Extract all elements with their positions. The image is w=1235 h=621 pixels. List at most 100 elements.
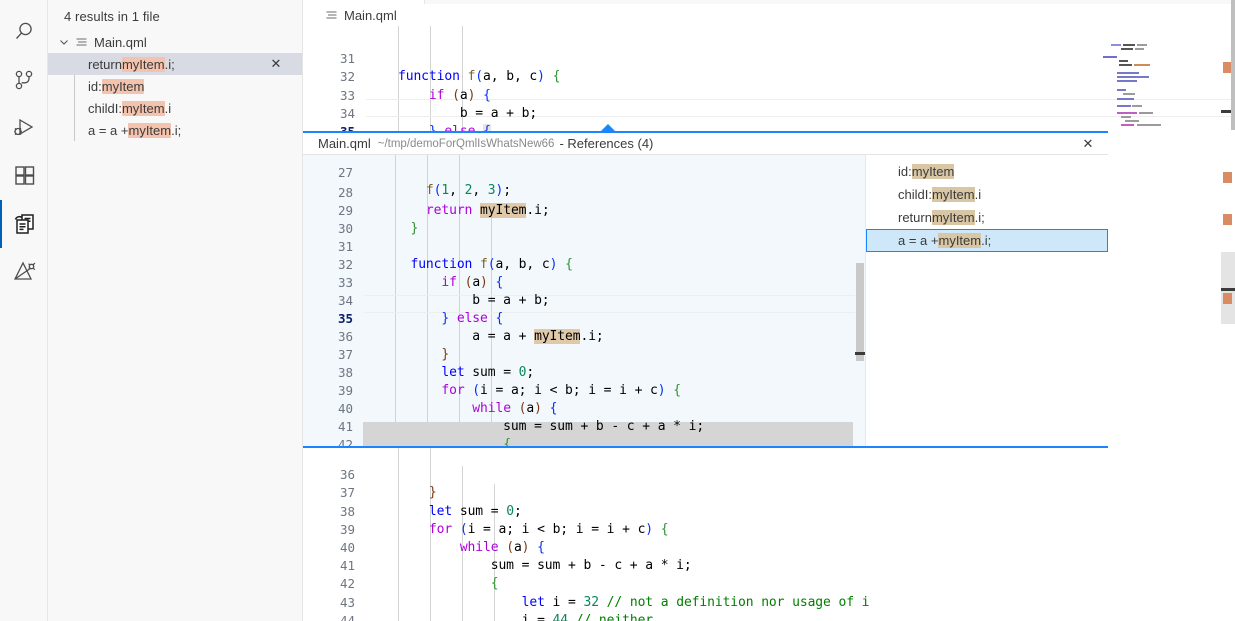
peek-editor[interactable]: 27 f(1, 2, 3); 28 return myItem.i; 29 } … <box>303 155 865 446</box>
vscode-window: 4 results in 1 file Main.qml return myIt… <box>0 0 1235 621</box>
code-line: 30 <box>303 202 865 220</box>
code-line: 35 a = a + myItem.i; <box>303 292 865 310</box>
activity-item-references[interactable] <box>0 200 48 248</box>
ref-match: myItem <box>938 233 981 248</box>
line-number: 35 <box>303 123 355 131</box>
code-line: 38 for (i = a; i < b; i = i + c) { <box>303 346 865 364</box>
ruler-match-marker <box>1223 293 1232 304</box>
ref-match: myItem <box>932 210 975 225</box>
chevron-down-icon[interactable] <box>56 31 72 53</box>
list-item[interactable]: id: myItem <box>48 75 302 97</box>
activity-item-source-control[interactable] <box>0 56 48 104</box>
code-line: 34 } else { <box>303 274 865 292</box>
activity-item-explorer[interactable] <box>0 0 48 8</box>
code-line: 40 sum = sum + b - c + a * i; <box>303 521 1235 539</box>
code-line: 38 for (i = a; i < b; i = i + c) { <box>303 484 1235 502</box>
match-prefix: id: <box>88 79 102 94</box>
code-line: 27 f(1, 2, 3); <box>303 155 865 164</box>
match-prefix: a = a + <box>88 123 128 138</box>
code-line: 33 b = a + b; <box>303 256 865 274</box>
peek-editor-scrollbar[interactable] <box>855 155 865 446</box>
list-item[interactable]: a = a + myItem.i; <box>48 119 302 141</box>
activity-item-run-and-debug[interactable] <box>0 104 48 152</box>
editor-top-region[interactable]: 31 function f(a, b, c) { 32 if (a) { 33 … <box>303 26 1235 131</box>
code-line: 28 return myItem.i; <box>303 166 865 184</box>
match-suffix: .i; <box>171 123 181 138</box>
code-line: 42 let i = 32 // not a definition nor us… <box>303 557 1235 575</box>
code-line: 32 if (a) { <box>303 50 1235 68</box>
ruler-match-marker <box>1223 172 1232 183</box>
ref-prefix: id: <box>898 164 912 179</box>
sidebar-match-list: return myItem.i; ✕ id: myItem childI: my… <box>48 53 302 141</box>
qt-icon <box>11 259 37 285</box>
code-text: } else { <box>398 123 491 131</box>
minimap[interactable] <box>1101 26 1213 131</box>
peek-body: 27 f(1, 2, 3); 28 return myItem.i; 29 } … <box>303 155 1108 446</box>
search-results-sidebar: 4 results in 1 file Main.qml return myIt… <box>48 0 303 621</box>
code-line: 31 function f(a, b, c) { <box>303 32 1235 50</box>
close-icon[interactable]: ✕ <box>1078 133 1098 155</box>
ref-match: myItem <box>912 164 955 179</box>
code-line: 29 } <box>303 184 865 202</box>
peek-reference-count: - References (4) <box>559 136 653 151</box>
activity-bar <box>0 0 48 621</box>
sidebar-file-row[interactable]: Main.qml <box>48 31 302 53</box>
scrollbar-thumb[interactable] <box>856 263 864 361</box>
peek-file-name: Main.qml <box>318 136 371 151</box>
match-suffix: .i <box>165 101 172 116</box>
list-item[interactable]: id: myItem <box>866 160 1108 183</box>
code-line: 34 } else { <box>303 87 1235 105</box>
files-icon <box>12 0 36 6</box>
activity-item-qt-qml[interactable] <box>0 248 48 296</box>
code-line: 35 a = a + myItem.i; <box>303 105 1235 123</box>
list-item[interactable]: return myItem.i; <box>866 206 1108 229</box>
activity-item-extensions[interactable] <box>0 152 48 200</box>
code-line: 42 let i = 32 // not a definition nor us… <box>303 418 865 436</box>
ref-prefix: a = a + <box>898 233 938 248</box>
qml-file-icon <box>72 36 90 49</box>
extensions-icon <box>11 163 37 189</box>
peek-arrow-icon <box>599 124 617 133</box>
ref-suffix: .i <box>975 187 982 202</box>
match-suffix: .i; <box>165 57 175 72</box>
activity-item-search[interactable] <box>0 8 48 56</box>
match-prefix: return <box>88 57 122 72</box>
references-icon <box>11 211 37 237</box>
dismiss-match-button[interactable]: ✕ <box>268 53 284 75</box>
overview-ruler[interactable] <box>1221 0 1235 621</box>
ref-match: myItem <box>932 187 975 202</box>
breadcrumb-label: Main.qml <box>344 8 397 23</box>
editor-bottom-region[interactable]: 36 } 37 let sum = 0; 38 for (i = a; i < … <box>303 448 1235 621</box>
code-line: 43 i = 44 // neither <box>303 436 865 446</box>
ref-suffix: .i; <box>975 210 985 225</box>
run-debug-icon <box>11 115 37 141</box>
list-item[interactable]: return myItem.i; ✕ <box>48 53 302 75</box>
editor-area: Main.qml 31 function f(a, b, c) { 32 if … <box>303 0 1235 621</box>
code-line: 41 { <box>303 400 865 418</box>
peek-file-path: ~/tmp/demoForQmlIsWhatsNew66 <box>378 138 555 150</box>
match-text: myItem <box>122 57 165 72</box>
list-item[interactable]: childI: myItem.i <box>866 183 1108 206</box>
peek-reference-list: id: myItem childI: myItem.i return myIte… <box>865 155 1108 446</box>
code-line: 44 } <box>303 594 1235 612</box>
editor-scrollbar[interactable] <box>1231 0 1235 130</box>
source-control-icon <box>11 67 37 93</box>
peek-references-widget: Main.qml ~/tmp/demoForQmlIsWhatsNew66 - … <box>303 131 1108 448</box>
ref-prefix: childI: <box>898 187 932 202</box>
sidebar-file-name: Main.qml <box>94 35 147 50</box>
list-item-selected[interactable]: a = a + myItem.i; <box>866 229 1108 252</box>
code-line: 36 } <box>303 448 1235 466</box>
code-line: 41 { <box>303 539 1235 557</box>
breadcrumb[interactable]: Main.qml <box>303 4 1235 26</box>
code-line: 39 while (a) { <box>303 364 865 382</box>
list-item[interactable]: childI: myItem.i <box>48 97 302 119</box>
code-line: 43 i = 44 // neither <box>303 575 1235 593</box>
code-line: 36 } <box>303 310 865 328</box>
code-line: 45 } <box>303 612 1235 621</box>
code-line: 32 if (a) { <box>303 238 865 256</box>
ref-prefix: return <box>898 210 932 225</box>
match-text: myItem <box>102 79 145 94</box>
ref-suffix: .i; <box>981 233 991 248</box>
ruler-selection-marker <box>1221 288 1235 291</box>
match-text: myItem <box>128 123 171 138</box>
